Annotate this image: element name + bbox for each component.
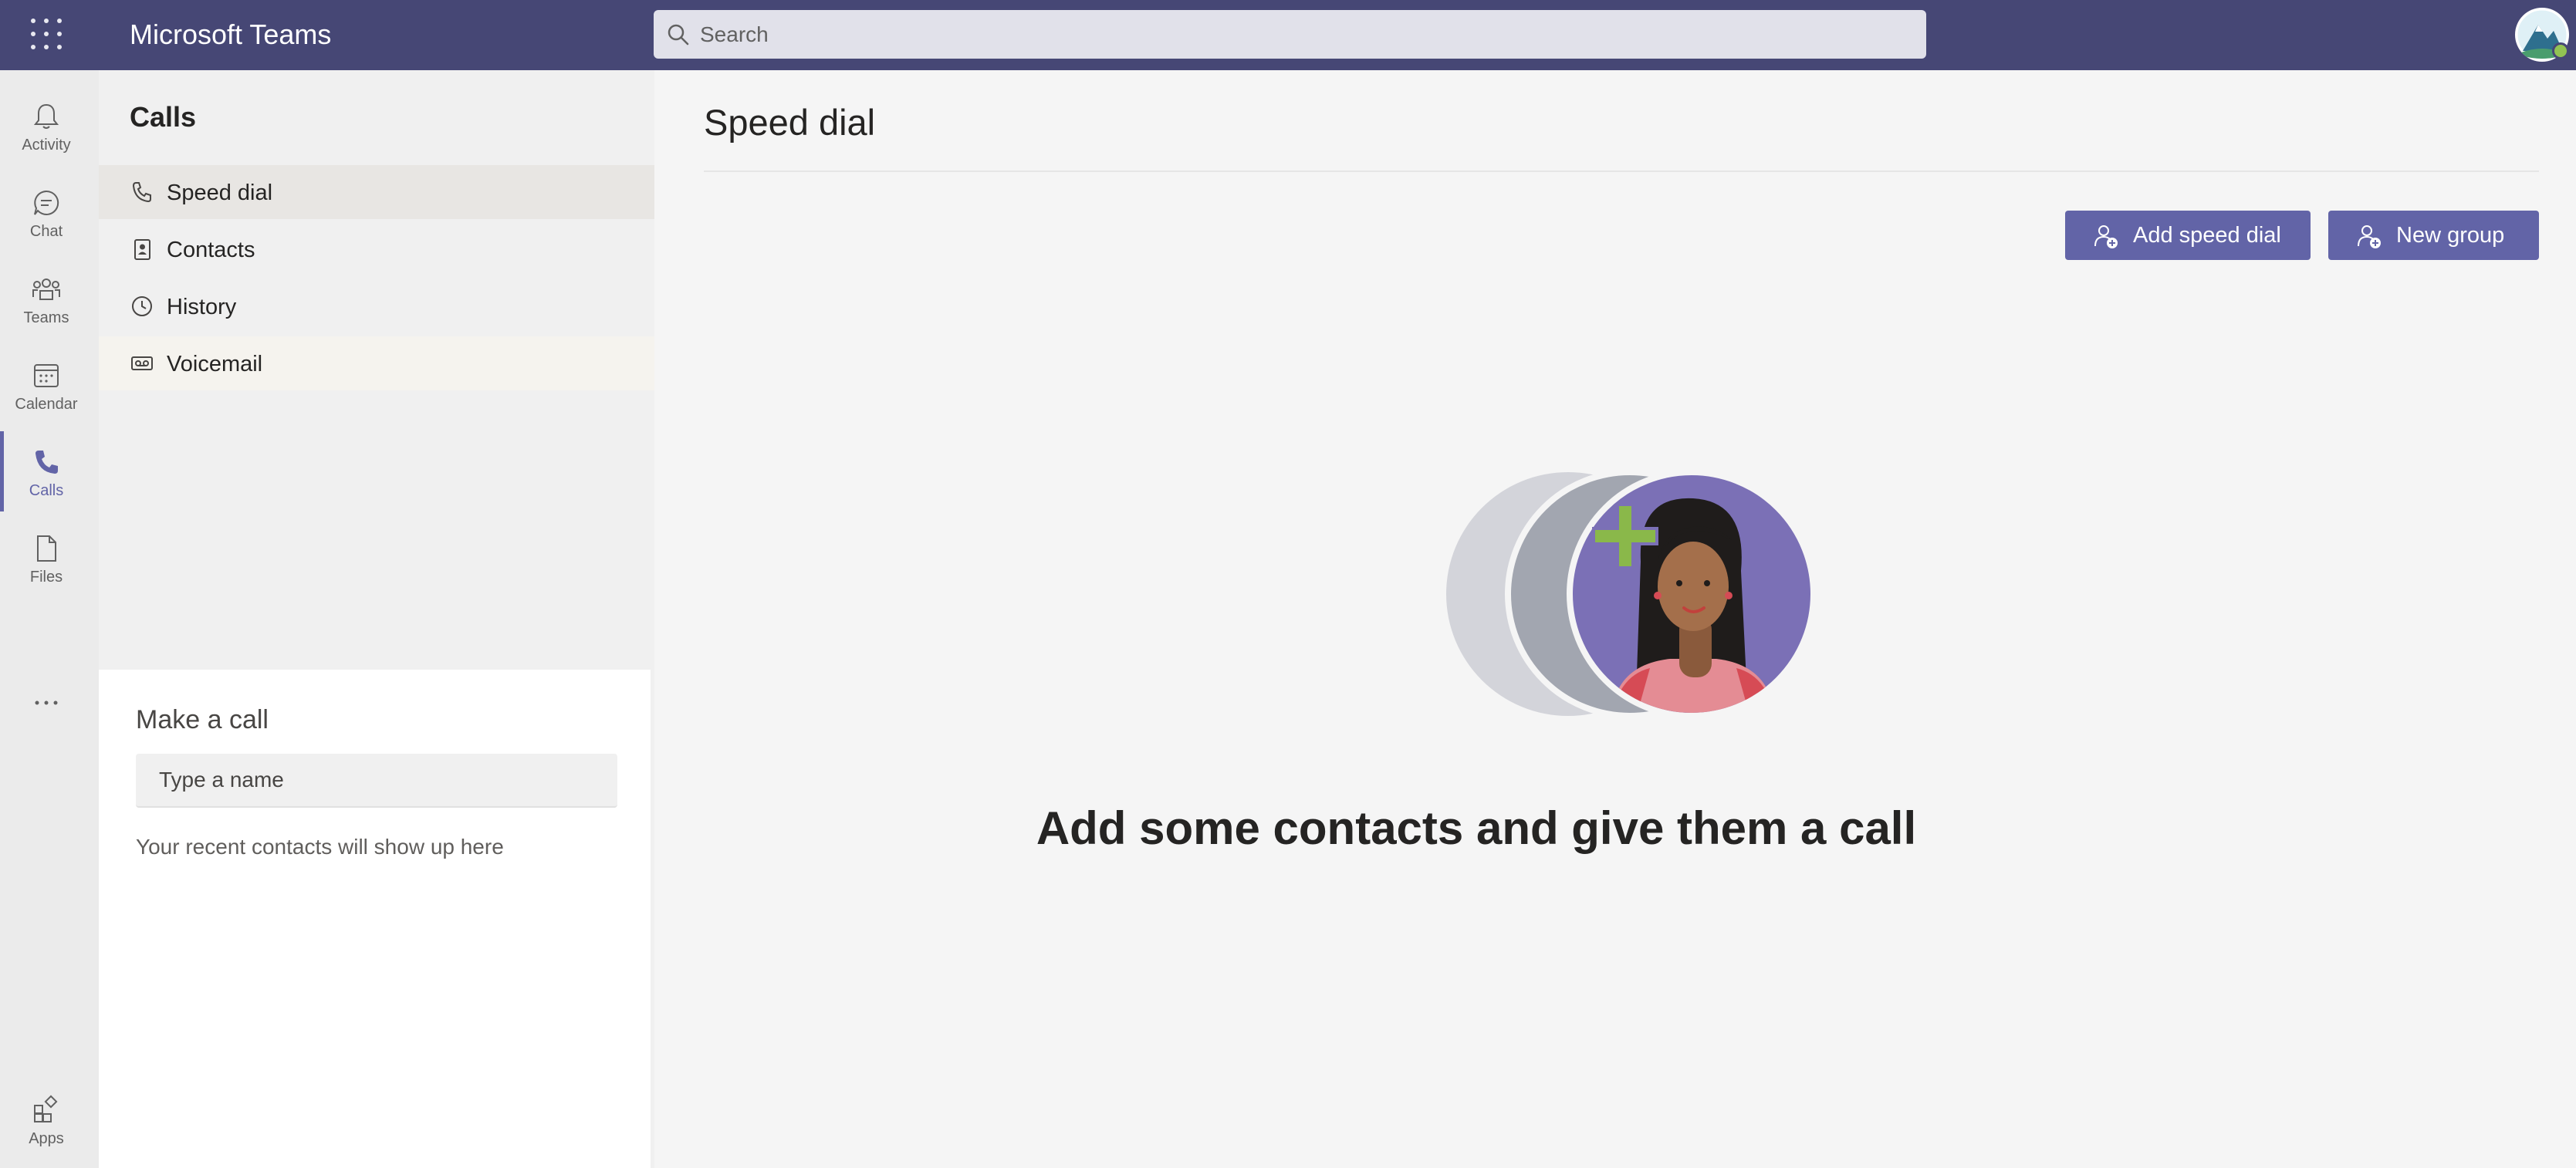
app-launcher-icon[interactable] <box>29 17 63 51</box>
rail-item-files[interactable]: Files <box>0 518 93 598</box>
search-box[interactable] <box>654 10 1926 59</box>
nav-item-voicemail[interactable]: Voicemail <box>99 336 654 390</box>
title-divider <box>704 170 2539 172</box>
phone-icon <box>132 182 151 203</box>
page-title: Speed dial <box>704 102 876 143</box>
app-rail: Activity Chat Teams Calendar Calls Files… <box>0 70 99 1168</box>
nav-item-contacts[interactable]: Contacts <box>99 222 654 276</box>
presence-available-icon <box>2552 42 2569 59</box>
calls-panel: Calls Speed dial Contacts History Voicem… <box>99 70 654 1168</box>
rail-label: Calendar <box>15 396 78 413</box>
rail-label: Chat <box>29 223 63 240</box>
make-a-call-section: Make a call Your recent contacts will sh… <box>99 670 651 1168</box>
main-content: Speed dial Add speed dial New group Add … <box>654 70 2576 1168</box>
add-person-icon <box>2094 225 2118 248</box>
top-bar: Microsoft Teams <box>0 0 2576 70</box>
rail-item-calendar[interactable]: Calendar <box>0 345 93 425</box>
nav-label: Voicemail <box>167 352 263 376</box>
contacts-icon <box>134 239 150 260</box>
empty-state-illustration <box>1446 471 1815 717</box>
rail-item-calls[interactable]: Calls <box>0 431 93 511</box>
rail-label: Calls <box>29 482 64 499</box>
rail-item-activity[interactable]: Activity <box>0 86 93 166</box>
nav-item-speed-dial[interactable]: Speed dial <box>99 165 654 219</box>
add-group-icon <box>2358 225 2381 248</box>
search-icon <box>668 24 689 46</box>
clock-icon <box>132 296 152 316</box>
rail-item-apps[interactable]: Apps <box>0 1079 93 1160</box>
chat-icon <box>34 190 59 215</box>
add-speed-dial-label: Add speed dial <box>2133 223 2281 248</box>
calendar-icon <box>34 364 59 387</box>
calls-title: Calls <box>130 101 197 133</box>
voicemail-icon <box>131 356 153 370</box>
phone-icon <box>35 451 58 474</box>
search-input[interactable] <box>700 10 1904 59</box>
rail-label: Apps <box>29 1130 64 1147</box>
more-icon[interactable] <box>31 687 62 718</box>
nav-label: History <box>167 295 237 319</box>
rail-item-chat[interactable]: Chat <box>0 172 93 252</box>
new-group-button[interactable]: New group <box>2328 211 2539 260</box>
rail-item-teams[interactable]: Teams <box>0 258 93 339</box>
add-speed-dial-button[interactable]: Add speed dial <box>2065 211 2311 260</box>
nav-label: Speed dial <box>167 181 273 205</box>
recent-contacts-hint: Your recent contacts will show up here <box>136 835 504 859</box>
empty-state-message: Add some contacts and give them a call <box>1036 802 1917 854</box>
make-call-title: Make a call <box>136 705 269 734</box>
rail-label: Files <box>29 569 63 586</box>
app-title: Microsoft Teams <box>130 19 332 50</box>
rail-label: Activity <box>22 137 71 154</box>
calls-nav-section: Calls Speed dial Contacts History Voicem… <box>99 70 654 670</box>
rail-label: Teams <box>23 309 69 326</box>
bell-icon <box>33 103 59 129</box>
file-icon <box>37 535 56 562</box>
new-group-label: New group <box>2396 223 2505 248</box>
apps-icon <box>34 1095 58 1122</box>
teams-icon <box>32 278 60 300</box>
nav-label: Contacts <box>167 238 255 262</box>
name-input[interactable] <box>136 754 617 808</box>
nav-item-history[interactable]: History <box>99 279 654 333</box>
